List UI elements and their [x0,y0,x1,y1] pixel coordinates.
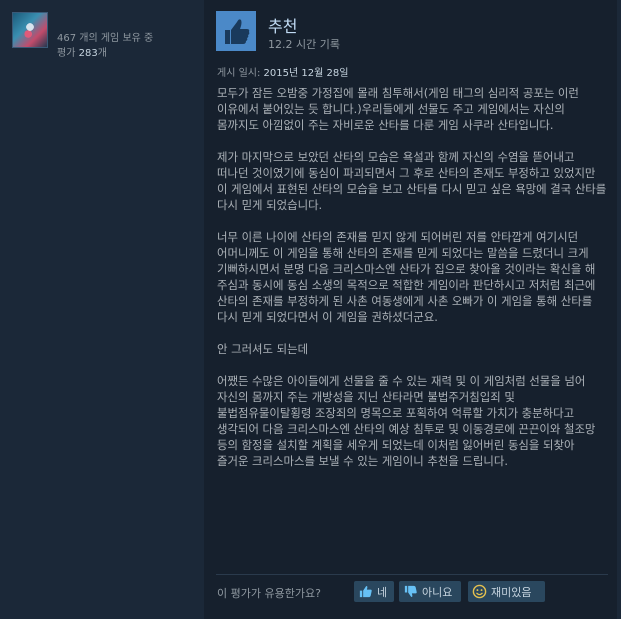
reviews-suffix: 개 [97,48,107,59]
review-paragraph: 너무 이른 나이에 산타의 존재를 믿지 않게 되어버린 저를 안타깝게 여기시… [217,230,596,324]
divider [216,574,608,575]
review-title[interactable]: 추천 [268,13,297,37]
games-owned-count: 467 [57,33,77,44]
thumbs-up-icon [225,19,250,44]
games-owned-label: 개의 게임 보유 중 [79,33,154,44]
avatar[interactable] [12,12,48,48]
helpful-no-label: 아니요 [422,585,453,599]
thumbs-down-icon [403,584,418,599]
posted-date: 게시 일시: 2015년 12월 28일 [217,64,348,79]
funny-button[interactable]: 재미있음 [468,581,545,602]
recommended-thumb-icon[interactable] [216,11,256,51]
review-paragraph: 어쨌든 수많은 아이들에게 선물을 줄 수 있는 재력 및 이 게임처럼 선물을… [217,374,596,468]
review-paragraph: 제가 마지막으로 보았던 산타의 모습은 욕설과 함께 자신의 수염을 뜯어내고… [217,150,607,212]
review-body: 모두가 잠든 오밤중 가정집에 몰래 침투해서(게임 태그의 심리적 공포는 이… [217,85,607,485]
reviews-label: 평가 [57,48,76,59]
posted-date-value: 2015년 12월 28일 [263,68,349,79]
helpful-question: 이 평가가 유용한가요? [217,587,321,600]
helpful-yes-button[interactable]: 네 [354,581,394,602]
review-panel: 추천 12.2 시간 기록 게시 일시: 2015년 12월 28일 모두가 잠… [204,0,617,619]
smiley-icon [472,584,487,599]
thumbs-up-icon [358,584,373,599]
hours-played: 12.2 시간 기록 [268,38,340,51]
helpful-no-button[interactable]: 아니요 [399,581,461,602]
games-owned[interactable]: 467 개의 게임 보유 중 [57,29,153,44]
review-paragraph: 모두가 잠든 오밤중 가정집에 몰래 침투해서(게임 태그의 심리적 공포는 이… [217,86,579,132]
helpful-yes-label: 네 [377,585,388,599]
posted-label: 게시 일시: [217,68,261,79]
funny-label: 재미있음 [491,585,532,599]
review-paragraph: 안 그러셔도 되는데 [217,342,309,356]
reviews-count-value: 283 [78,48,98,59]
reviews-count[interactable]: 평가 283개 [57,44,107,59]
reviewer-column: 467 개의 게임 보유 중 평가 283개 [0,0,202,619]
